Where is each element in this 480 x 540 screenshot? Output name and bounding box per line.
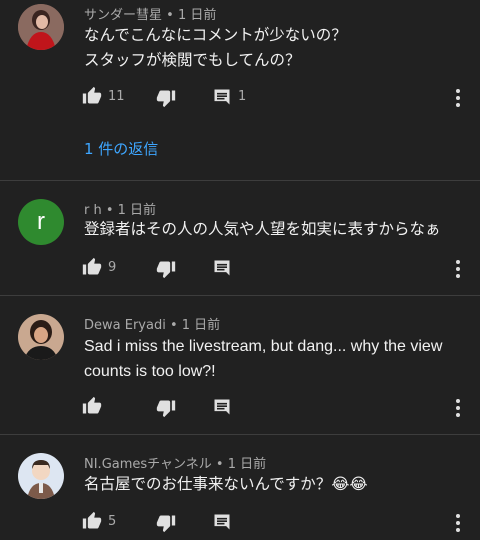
comment-thread: サンダー彗星 • 1 日前 なんでこんなにコメントが少ないの？ スタッフが検閲で… xyxy=(0,0,480,180)
comment-meta: NI.Gamesチャンネル • 1 日前 xyxy=(84,453,266,472)
separator: • xyxy=(162,8,178,23)
avatar[interactable] xyxy=(18,4,64,50)
comment-line: なんでこんなにコメントが少ないの？ xyxy=(84,26,347,44)
thumb-up-icon[interactable] xyxy=(82,257,102,277)
separator: • xyxy=(211,457,228,472)
separator: • xyxy=(165,318,182,333)
comment-icon[interactable] xyxy=(212,87,232,107)
thumb-up-icon[interactable] xyxy=(82,86,102,106)
like-count: 9 xyxy=(108,260,117,275)
comment-text: Sad i miss the livestream, but dang... w… xyxy=(84,334,454,384)
timestamp[interactable]: 1 日前 xyxy=(182,318,220,333)
comment-line: スタッフが検閲でもしてんの？ xyxy=(84,51,301,69)
thumb-down-icon[interactable] xyxy=(156,88,176,108)
comment-thread: NI.Gamesチャンネル • 1 日前 名古屋でのお仕事来ないんですか？😂😂 … xyxy=(0,435,480,540)
avatar[interactable] xyxy=(18,453,64,499)
view-replies-link[interactable]: 1 件の返信 xyxy=(84,138,158,159)
comment-text: なんでこんなにコメントが少ないの？ スタッフが検閲でもしてんの？ xyxy=(84,23,454,73)
timestamp[interactable]: 1 日前 xyxy=(228,457,266,472)
comment-icon[interactable] xyxy=(212,258,232,278)
comment-meta: r h • 1 日前 xyxy=(84,199,156,218)
comment-actions: 9 xyxy=(0,257,480,281)
like-count: 5 xyxy=(108,514,117,529)
author-name[interactable]: Dewa Eryadi xyxy=(84,318,166,333)
comment-text: 登録者はその人の人気や人望を如実に表すからなぁ xyxy=(84,217,454,242)
comment-meta: サンダー彗星 • 1 日前 xyxy=(84,4,216,23)
more-vertical-icon[interactable] xyxy=(452,398,464,418)
comment-line: Sad i miss the livestream, but dang... w… xyxy=(84,338,443,355)
thumb-up-icon[interactable] xyxy=(82,396,102,416)
comment-icon[interactable] xyxy=(212,512,232,532)
author-name[interactable]: NI.Gamesチャンネル xyxy=(84,457,212,472)
author-name[interactable]: r h xyxy=(84,203,102,218)
author-name[interactable]: サンダー彗星 xyxy=(84,8,162,23)
thumb-down-icon[interactable] xyxy=(156,259,176,279)
more-vertical-icon[interactable] xyxy=(452,513,464,533)
like-count: 11 xyxy=(108,89,125,104)
avatar[interactable]: r xyxy=(18,199,64,245)
thumb-up-icon[interactable] xyxy=(82,511,102,531)
more-vertical-icon[interactable] xyxy=(452,88,464,108)
more-vertical-icon[interactable] xyxy=(452,259,464,279)
timestamp[interactable]: 1 日前 xyxy=(178,8,216,23)
comment-meta: Dewa Eryadi • 1 日前 xyxy=(84,314,220,333)
comment-actions xyxy=(0,396,480,420)
reply-count: 1 xyxy=(238,89,247,104)
comment-icon[interactable] xyxy=(212,397,232,417)
comment-thread: Dewa Eryadi • 1 日前 Sad i miss the livest… xyxy=(0,296,480,434)
comment-line: 名古屋でのお仕事来ないんですか？😂😂 xyxy=(84,475,368,493)
separator: • xyxy=(101,203,118,218)
timestamp[interactable]: 1 日前 xyxy=(118,203,156,218)
thumb-down-icon[interactable] xyxy=(156,398,176,418)
avatar-letter: r xyxy=(37,208,45,235)
comment-actions: 11 1 xyxy=(0,86,480,110)
comment-thread: r r h • 1 日前 登録者はその人の人気や人望を如実に表すからなぁ 9 xyxy=(0,181,480,295)
comment-text: 名古屋でのお仕事来ないんですか？😂😂 xyxy=(84,472,454,497)
thumb-down-icon[interactable] xyxy=(156,513,176,533)
comment-line: counts is too low?! xyxy=(84,363,216,380)
comment-actions: 5 xyxy=(0,511,480,535)
comment-line: 登録者はその人の人気や人望を如実に表すからなぁ xyxy=(84,220,441,238)
avatar[interactable] xyxy=(18,314,64,360)
